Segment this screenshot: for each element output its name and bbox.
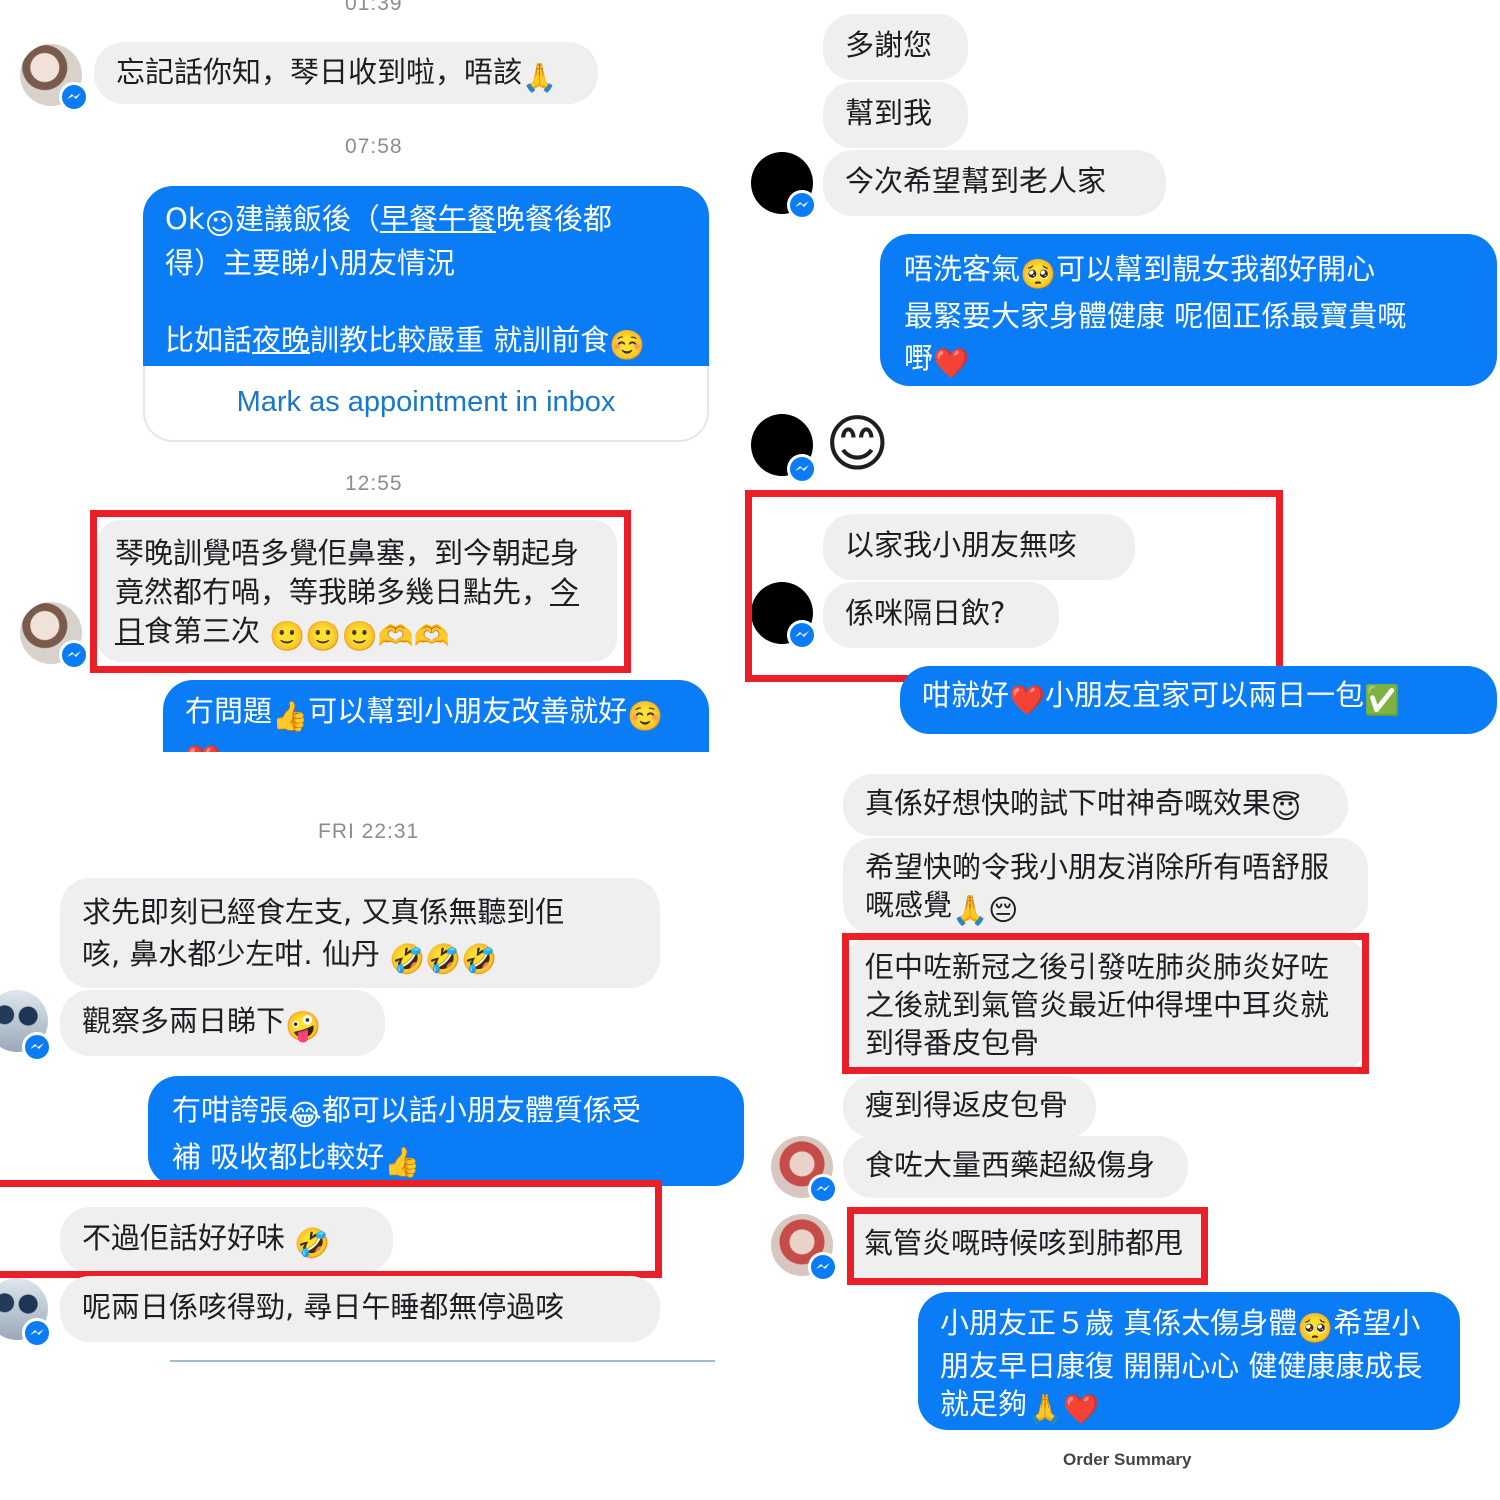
innocent-emoji: 😇 [1271,791,1302,825]
incoming-message[interactable]: 今次希望幫到老人家 [823,150,1166,216]
outgoing-message[interactable]: 唔洗客氣🥺可以幫到靚女我都好開心 最緊要大家身體健康 呢個正係最寶貴嘅 嘢❤️ [880,234,1497,386]
order-summary-label[interactable]: Order Summary [1063,1450,1192,1470]
heart-emoji: ❤️ [1009,683,1046,717]
incoming-message[interactable]: 多謝您 [823,14,968,80]
incoming-message[interactable]: 瘦到得返皮包骨 [843,1076,1096,1138]
highlight-box [0,1180,662,1278]
outgoing-message[interactable]: 咁就好❤️小朋友宜家可以兩日一包✅ [900,666,1497,734]
outgoing-message[interactable]: 小朋友正５歲 真係太傷身體🥺希望小 朋友早日康復 開開心心 健健康康成長 就足夠… [918,1292,1460,1430]
incoming-message[interactable]: 真係好想快啲試下咁神奇嘅效果😇 [843,774,1348,836]
timestamp: 07:58 [345,135,403,158]
timestamp: 01:39 [345,0,403,15]
check-mark-emoji: ✅ [1364,683,1401,717]
heart-emoji: ❤️ [1063,1392,1100,1426]
pleading-emoji: 🥺 [1020,257,1057,291]
messenger-badge-icon [787,454,817,484]
outgoing-message[interactable]: 冇問題👍可以幫到小朋友改善就好☺️❤️ [163,680,709,752]
zany-emoji: 🤪 [285,1009,322,1043]
outgoing-message[interactable]: Ok😉建議飯後（早餐午餐晚餐後都 得）主要睇小朋友情況 比如話夜晚訓教比較嚴重 … [143,186,709,366]
pray-emoji: 🙏 [522,61,557,94]
thumbs-up-emoji: 👍 [384,1145,421,1179]
timestamp: FRI 22:31 [318,820,420,843]
pensive-emoji: 😔 [988,893,1019,927]
divider [170,1360,715,1362]
highlight-box [847,1207,1208,1285]
incoming-message[interactable]: 忘記話你知，琴日收到啦，唔該🙏 [94,42,598,104]
messenger-badge-icon [59,82,89,112]
highlight-box [90,510,631,673]
pleading-emoji: 🥺 [1297,1311,1334,1345]
smile-emoji[interactable]: 😊 [825,408,897,480]
messenger-badge-icon [808,1174,838,1204]
messenger-badge-icon [787,190,817,220]
heart-emoji: ❤️ [933,346,970,380]
mark-appointment-link[interactable]: Mark as appointment in inbox [143,366,709,442]
heart-emoji: ❤️ [185,741,221,752]
incoming-message[interactable]: 呢兩日係咳得勁, 尋日午睡都無停過咳 [60,1276,660,1342]
blush-emoji: ☺️ [627,699,664,733]
pray-emoji: 🙏 [952,893,989,927]
timestamp: 12:55 [345,472,403,495]
highlight-box [842,933,1369,1074]
wink-emoji: 😉 [204,207,235,241]
highlight-box [745,490,1283,682]
joy-emoji: 😂 [288,1098,322,1132]
pray-emoji: 🙏 [1027,1392,1064,1426]
messenger-badge-icon [808,1252,838,1282]
incoming-message[interactable]: 幫到我 [823,82,968,148]
incoming-message[interactable]: 觀察多兩日睇下🤪 [60,990,385,1056]
messenger-badge-icon [59,640,89,670]
messenger-badge-icon [22,1032,52,1062]
outgoing-message[interactable]: 冇咁誇張😂都可以話小朋友體質係受 補 吸收都比較好👍 [148,1076,744,1186]
incoming-message[interactable]: 食咗大量西藥超級傷身 [843,1136,1188,1198]
incoming-message[interactable]: 希望快啲令我小朋友消除所有唔舒服 嘅感覺🙏😔 [843,838,1368,934]
thumbs-up-emoji: 👍 [272,699,309,733]
blush-emoji: ☺️ [609,328,646,362]
rofl-emoji: 🤣🤣🤣 [389,942,498,976]
incoming-message[interactable]: 求先即刻已經食左支, 又真係無聽到佢 咳, 鼻水都少左咁. 仙丹 🤣🤣🤣 [60,878,660,988]
messenger-badge-icon [22,1318,52,1348]
